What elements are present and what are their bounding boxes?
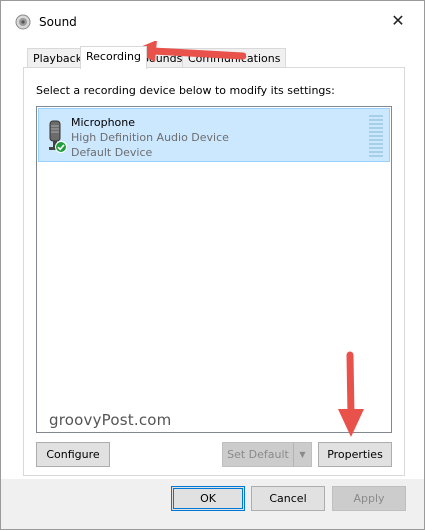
tab-communications[interactable]: Communications xyxy=(182,48,287,68)
title-bar: Sound ✕ xyxy=(1,1,424,41)
tab-recording[interactable]: Recording xyxy=(80,46,148,69)
device-status: Default Device xyxy=(71,146,153,159)
configure-button[interactable]: Configure xyxy=(36,442,110,467)
cancel-button[interactable]: Cancel xyxy=(251,486,325,511)
level-meter xyxy=(369,115,383,157)
watermark: groovyPost.com xyxy=(49,411,172,429)
set-default-dropdown[interactable]: ▼ xyxy=(293,442,312,467)
list-item[interactable]: Microphone High Definition Audio Device … xyxy=(38,108,390,162)
chevron-down-icon: ▼ xyxy=(299,450,306,459)
device-list[interactable]: Microphone High Definition Audio Device … xyxy=(36,106,392,433)
tab-playback[interactable]: Playback xyxy=(27,48,89,68)
apply-button[interactable]: Apply xyxy=(332,486,406,511)
close-icon: ✕ xyxy=(391,11,405,30)
window-title: Sound xyxy=(39,15,77,29)
device-name: Microphone xyxy=(71,116,136,129)
speaker-icon xyxy=(15,14,31,30)
checkmark-icon xyxy=(55,141,67,153)
properties-button[interactable]: Properties xyxy=(318,442,392,467)
device-description: High Definition Audio Device xyxy=(71,131,229,144)
ok-button[interactable]: OK xyxy=(171,486,245,511)
set-default-button[interactable]: Set Default xyxy=(222,442,294,467)
close-button[interactable]: ✕ xyxy=(387,10,409,32)
sound-dialog: Sound ✕ Playback Recording Sounds Commun… xyxy=(0,0,425,530)
tab-strip: Playback Recording Sounds Communications xyxy=(23,46,403,69)
instruction-text: Select a recording device below to modif… xyxy=(36,84,335,97)
